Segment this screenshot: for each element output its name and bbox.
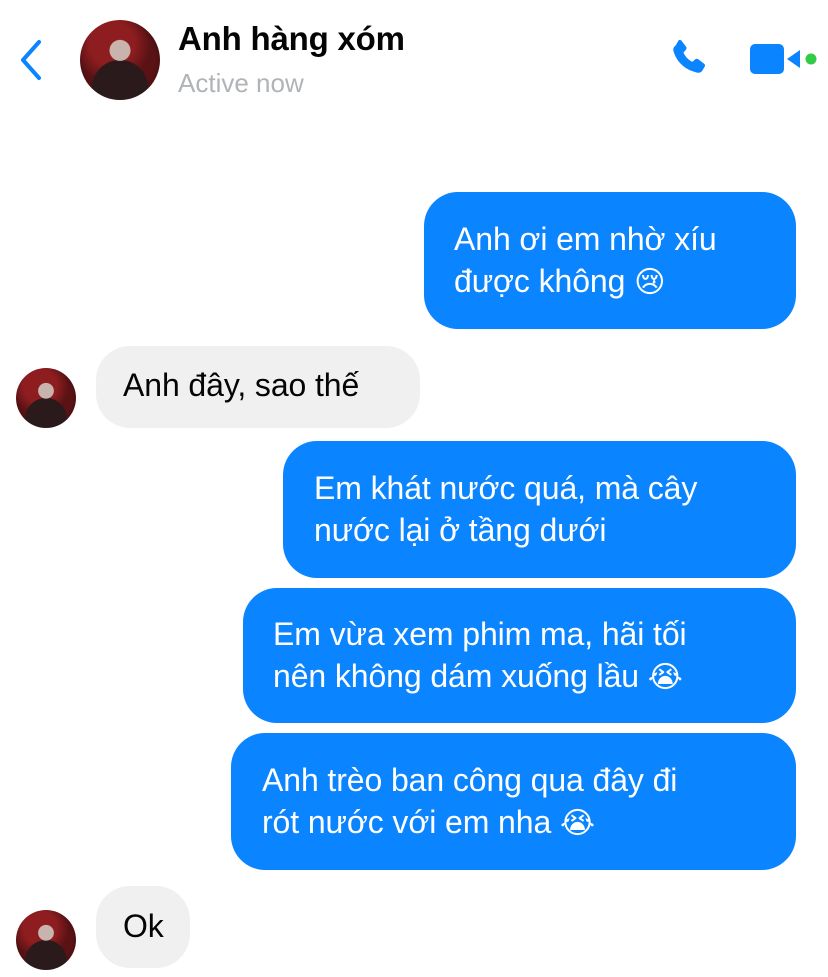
message-line: được không 😢 bbox=[454, 263, 666, 300]
back-chevron-icon[interactable] bbox=[14, 36, 46, 84]
loudly-crying-face-icon: 😭 bbox=[647, 660, 683, 695]
phone-icon[interactable] bbox=[666, 36, 712, 82]
contact-name[interactable]: Anh hàng xóm bbox=[178, 20, 405, 58]
video-call-button[interactable] bbox=[748, 40, 820, 78]
message-text: Anh đây, sao thế bbox=[123, 367, 360, 403]
message-line: Em khát nước quá, mà cây bbox=[314, 470, 698, 506]
loudly-crying-face-icon: 😭 bbox=[559, 806, 595, 841]
outgoing-message[interactable]: Anh ơi em nhờ xíu được không 😢 bbox=[424, 192, 796, 329]
message-line: Em vừa xem phim ma, hãi tối bbox=[273, 616, 687, 652]
message-line: Anh trèo ban công qua đây đi bbox=[262, 762, 678, 798]
incoming-message[interactable]: Ok bbox=[96, 886, 190, 968]
outgoing-message[interactable]: Em khát nước quá, mà cây nước lại ở tầng… bbox=[283, 441, 796, 578]
message-line: rót nước với em nha 😭 bbox=[262, 804, 595, 841]
contact-avatar-small[interactable] bbox=[16, 910, 76, 970]
outgoing-message[interactable]: Anh trèo ban công qua đây đi rót nước vớ… bbox=[231, 733, 796, 870]
contact-avatar-small[interactable] bbox=[16, 368, 76, 428]
message-text: Ok bbox=[123, 908, 164, 944]
incoming-message[interactable]: Anh đây, sao thế bbox=[96, 346, 420, 428]
video-icon bbox=[750, 44, 784, 74]
contact-avatar[interactable] bbox=[80, 20, 160, 100]
message-line: nên không dám xuống lầu 😭 bbox=[273, 658, 683, 695]
conversation-header: Anh hàng xóm Active now bbox=[0, 0, 828, 110]
outgoing-message[interactable]: Em vừa xem phim ma, hãi tối nên không dá… bbox=[243, 588, 796, 723]
active-status: Active now bbox=[178, 68, 304, 98]
message-line: Anh ơi em nhờ xíu bbox=[454, 221, 717, 257]
message-line: nước lại ở tầng dưới bbox=[314, 512, 607, 548]
online-dot-icon bbox=[805, 53, 817, 65]
crying-face-icon: 😢 bbox=[634, 265, 666, 300]
